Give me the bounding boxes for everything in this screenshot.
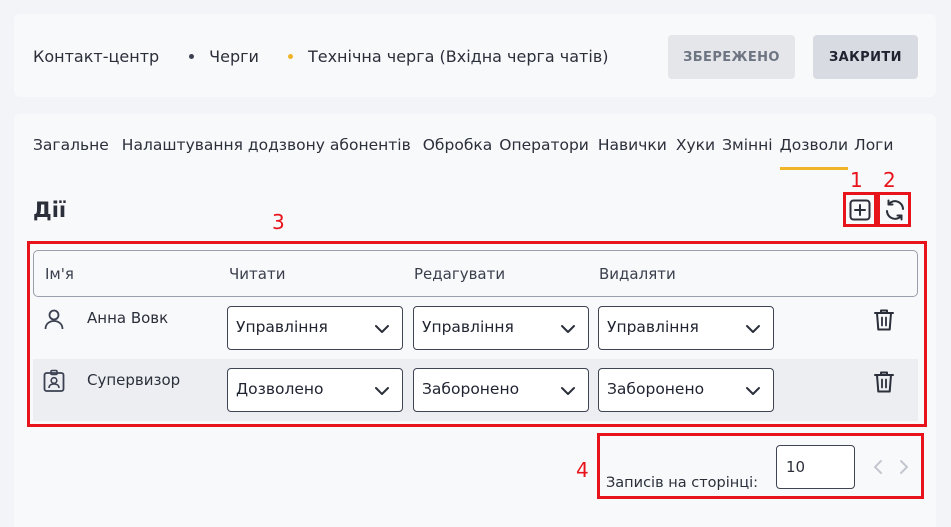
chevron-down-icon xyxy=(561,387,575,395)
breadcrumb-current: Технічна черга (Вхідна черга чатів) xyxy=(307,47,609,66)
read-permission-select[interactable]: Управління xyxy=(227,306,403,350)
section-title: Дії xyxy=(33,198,67,222)
tab-general[interactable]: Загальне xyxy=(33,136,109,170)
saved-button[interactable]: ЗБЕРЕЖЕНО xyxy=(668,35,795,79)
tab-bar: Загальне Налаштування додзвону абонентів… xyxy=(33,136,905,170)
trash-icon[interactable] xyxy=(873,308,895,332)
chevron-left-icon[interactable] xyxy=(872,457,884,477)
column-read: Читати xyxy=(229,265,286,283)
row-name: Анна Вовк xyxy=(87,309,169,327)
select-value: Заборонено xyxy=(422,380,520,398)
breadcrumb-current-dot xyxy=(287,54,293,59)
column-name: Ім'я xyxy=(45,265,74,283)
chevron-down-icon xyxy=(746,387,760,395)
annotation-number-2: 2 xyxy=(883,168,896,192)
select-value: Управління xyxy=(422,318,514,336)
chevron-down-icon xyxy=(561,325,575,333)
row-name: Супервизор xyxy=(87,371,181,389)
select-value: Управління xyxy=(607,318,699,336)
breadcrumb-separator-dot xyxy=(189,54,195,59)
annotation-number-3: 3 xyxy=(272,210,285,234)
annotation-number-4: 4 xyxy=(576,458,589,482)
breadcrumb-queues[interactable]: Черги xyxy=(209,47,259,66)
tab-operators[interactable]: Оператори xyxy=(499,136,589,170)
tab-variables[interactable]: Змінні xyxy=(722,136,773,170)
table-row: Анна Вовк Управління Управління Управлін… xyxy=(33,297,918,359)
page-size-input[interactable]: 10 xyxy=(776,445,855,489)
delete-permission-select[interactable]: Заборонено xyxy=(598,368,774,412)
permissions-panel: Загальне Налаштування додзвону абонентів… xyxy=(14,114,936,527)
select-value: Управління xyxy=(236,318,328,336)
tab-skills[interactable]: Навички xyxy=(598,136,667,170)
chevron-down-icon xyxy=(375,325,389,333)
edit-permission-select[interactable]: Управління xyxy=(413,306,589,350)
tab-processing[interactable]: Обробка xyxy=(423,136,493,170)
badge-icon xyxy=(43,369,65,392)
edit-permission-select[interactable]: Заборонено xyxy=(413,368,589,412)
delete-permission-select[interactable]: Управління xyxy=(598,306,774,350)
tab-permissions[interactable]: Дозволи xyxy=(779,136,849,170)
page-size-label: Записів на сторінці: xyxy=(606,475,759,491)
column-edit: Редагувати xyxy=(414,265,506,283)
chevron-down-icon xyxy=(746,325,760,333)
page-header: Контакт-центр Черги Технічна черга (Вхід… xyxy=(14,14,936,97)
table-header: Ім'я Читати Редагувати Видаляти xyxy=(33,250,918,297)
plus-square-icon xyxy=(849,199,871,221)
annotation-number-1: 1 xyxy=(850,168,863,192)
column-delete: Видаляти xyxy=(599,265,676,283)
refresh-icon xyxy=(886,199,904,221)
select-value: Заборонено xyxy=(607,380,705,398)
refresh-button[interactable] xyxy=(880,195,910,225)
trash-icon[interactable] xyxy=(873,370,895,394)
close-button[interactable]: ЗАКРИТИ xyxy=(813,35,918,79)
read-permission-select[interactable]: Дозволено xyxy=(227,368,403,412)
tab-dialing-settings[interactable]: Налаштування додзвону абонентів xyxy=(122,136,411,170)
chevron-down-icon xyxy=(375,387,389,395)
user-icon xyxy=(44,309,64,330)
select-value: Дозволено xyxy=(236,380,324,398)
tab-hooks[interactable]: Хуки xyxy=(676,136,715,170)
permissions-table: Ім'я Читати Редагувати Видаляти Анна Вов… xyxy=(33,250,918,421)
breadcrumb: Контакт-центр Черги Технічна черга (Вхід… xyxy=(33,47,609,66)
table-row: Супервизор Дозволено Заборонено Забороне… xyxy=(33,359,918,421)
chevron-right-icon[interactable] xyxy=(898,457,910,477)
add-permission-button[interactable] xyxy=(845,195,875,225)
breadcrumb-contact-center[interactable]: Контакт-центр xyxy=(33,47,159,66)
tab-logs[interactable]: Логи xyxy=(854,136,893,170)
pagination: Записів на сторінці: 10 xyxy=(14,445,936,527)
